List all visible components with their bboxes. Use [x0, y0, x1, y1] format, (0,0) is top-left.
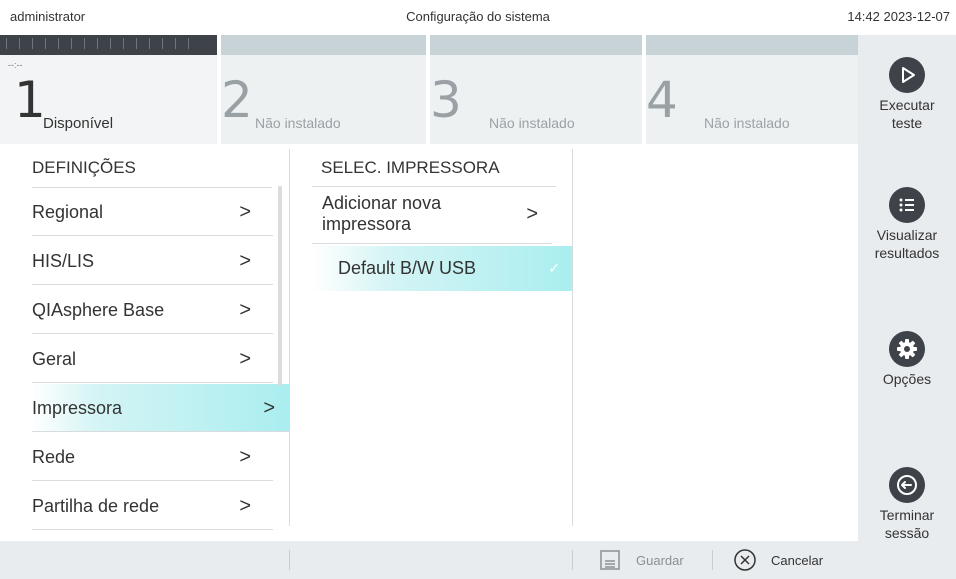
add-printer-button[interactable]: Adicionar nova impressora >: [312, 187, 552, 244]
logout-icon: [889, 467, 925, 503]
add-printer-label: Adicionar nova impressora: [322, 193, 442, 234]
settings-header: DEFINIÇÕES: [32, 158, 136, 177]
module-4-number: 4: [646, 71, 678, 129]
save-icon: [598, 548, 622, 577]
settings-item-general[interactable]: Geral >: [32, 335, 273, 383]
checkmark-icon: ✓: [548, 260, 560, 276]
module-4-tab[interactable]: 4 Não instalado: [646, 35, 858, 144]
settings-item-label: HIS/LIS: [32, 251, 95, 271]
module-3-tab[interactable]: 3 Não instalado: [430, 35, 642, 144]
chevron-right-icon: >: [239, 348, 251, 370]
chevron-right-icon: >: [239, 201, 251, 223]
printer-item-label: Default B/W USB: [338, 258, 477, 278]
settings-item-qiasphere-base[interactable]: QIAsphere Base >: [32, 286, 273, 334]
chevron-right-icon: >: [263, 397, 275, 419]
module-2-number: 2: [221, 71, 253, 129]
settings-content: DEFINIÇÕES Regional > HIS/LIS > QIAspher…: [0, 144, 858, 541]
window-title: Configuração do sistema: [406, 9, 550, 24]
chevron-right-icon: >: [526, 203, 538, 225]
run-test-label: Executar teste: [879, 97, 935, 131]
module-1-progress-strip: [0, 35, 217, 55]
right-sidebar: Executar teste Visualizar resultados Opç…: [858, 35, 956, 579]
settings-item-label: Rede: [32, 447, 76, 467]
module-1-number: 1: [14, 71, 46, 129]
logout-button[interactable]: Terminar sessão: [858, 467, 956, 542]
view-results-label: Visualizar resultados: [874, 227, 940, 261]
chevron-right-icon: >: [239, 446, 251, 468]
settings-item-label: Geral: [32, 349, 77, 369]
settings-scrollbar[interactable]: [278, 186, 282, 386]
module-2-status: Não instalado: [255, 115, 341, 131]
chevron-right-icon: >: [239, 495, 251, 517]
chevron-right-icon: >: [239, 250, 251, 272]
printer-select-header: SELEC. IMPRESSORA: [321, 158, 500, 177]
run-test-button[interactable]: Executar teste: [858, 57, 956, 132]
datetime: 14:42 2023-12-07: [847, 9, 950, 24]
settings-item-label: Partilha de rede: [32, 496, 160, 516]
play-icon: [889, 57, 925, 93]
settings-menu: DEFINIÇÕES Regional > HIS/LIS > QIAspher…: [0, 144, 289, 541]
view-results-button[interactable]: Visualizar resultados: [858, 187, 956, 262]
module-3-number: 3: [430, 71, 462, 129]
printer-item-default-bw-usb[interactable]: Default B/W USB ✓: [312, 246, 572, 291]
list-icon: [889, 187, 925, 223]
chevron-right-icon: >: [239, 299, 251, 321]
cancel-label: Cancelar: [771, 553, 824, 568]
settings-item-network-share[interactable]: Partilha de rede >: [32, 482, 273, 530]
module-2-tab[interactable]: 2 Não instalado: [221, 35, 426, 144]
settings-item-label: QIAsphere Base: [32, 300, 165, 320]
settings-item-regional[interactable]: Regional >: [32, 188, 273, 236]
printer-select-panel: SELEC. IMPRESSORA Adicionar nova impress…: [290, 144, 572, 541]
module-status-bar: --:-- 1 Disponível 2 Não instalado 3 Não…: [0, 35, 858, 144]
settings-item-label: Impressora: [32, 398, 123, 418]
save-label: Guardar: [636, 553, 684, 568]
settings-item-label: Regional: [32, 202, 104, 222]
module-1-status: Disponível: [43, 115, 114, 132]
options-label: Opções: [882, 371, 932, 387]
cancel-button[interactable]: Cancelar: [733, 548, 843, 572]
module-3-status: Não instalado: [489, 115, 575, 131]
settings-item-printer[interactable]: Impressora >: [32, 384, 289, 432]
settings-item-his-lis[interactable]: HIS/LIS >: [32, 237, 273, 285]
settings-item-network[interactable]: Rede >: [32, 433, 273, 481]
bottom-action-bar: Guardar Cancelar: [0, 541, 858, 579]
logout-label: Terminar sessão: [879, 507, 935, 541]
top-bar: administrator Configuração do sistema 14…: [0, 0, 956, 35]
module-4-status: Não instalado: [704, 115, 790, 131]
cancel-icon: [733, 548, 757, 577]
gear-icon: [889, 331, 925, 367]
options-button[interactable]: Opções: [858, 331, 956, 388]
module-1-tab[interactable]: --:-- 1 Disponível: [0, 35, 217, 144]
module-1-timer: --:--: [8, 60, 23, 70]
